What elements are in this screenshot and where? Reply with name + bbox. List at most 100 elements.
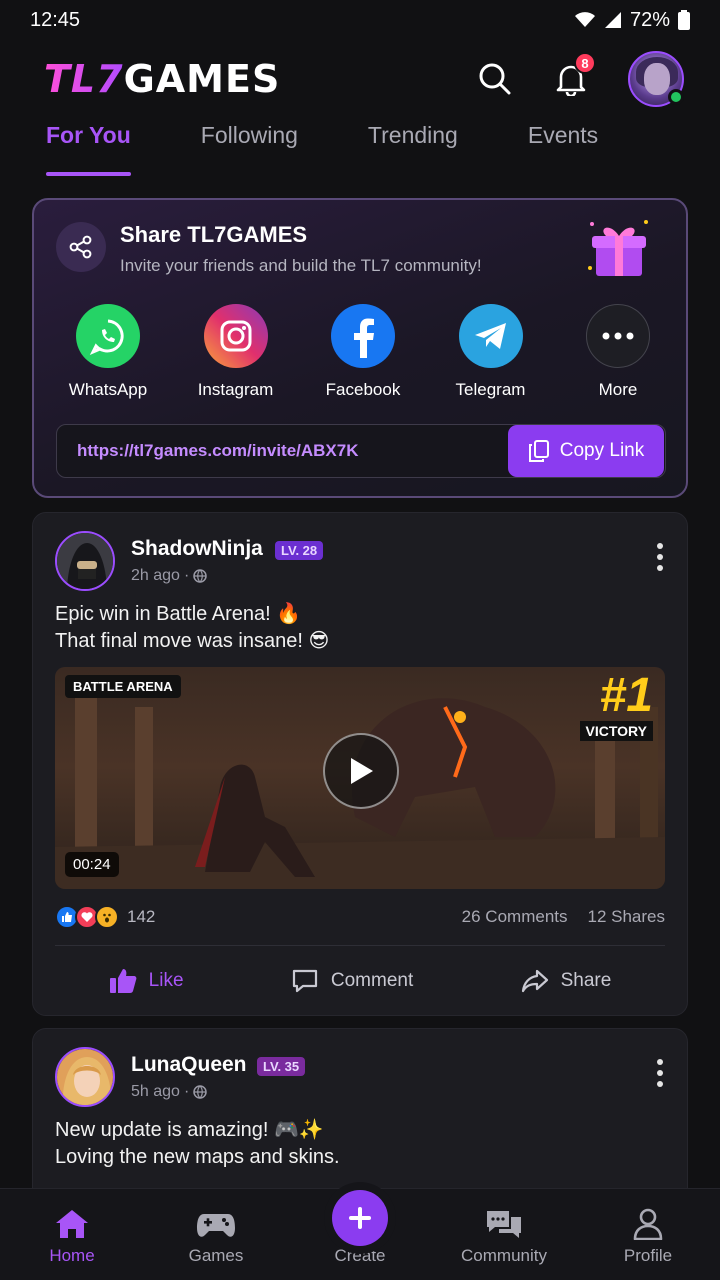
tab-following[interactable]: Following <box>201 122 298 176</box>
battery-percent: 72% <box>629 8 670 31</box>
comment-label: Comment <box>330 970 414 991</box>
wow-reaction-icon <box>95 905 119 929</box>
bottom-navigation: Home Games Create Community Profile <box>0 1188 720 1280</box>
video-duration: 00:24 <box>65 852 119 877</box>
search-button[interactable] <box>476 60 514 98</box>
share-whatsapp[interactable]: WhatsApp <box>58 304 158 400</box>
share-card: Share TL7GAMES Invite your friends and b… <box>32 198 688 498</box>
logo-tl7: TL7 <box>44 57 124 101</box>
post-more-button[interactable] <box>655 1059 665 1087</box>
play-icon <box>351 758 373 784</box>
reaction-count: 142 <box>127 907 156 926</box>
copy-link-label: Copy Link <box>559 440 645 461</box>
post-text-line: New update is amazing! 🎮✨ <box>55 1119 324 1141</box>
user-avatar[interactable] <box>628 51 684 107</box>
share-button[interactable]: Share <box>521 968 612 994</box>
share-more[interactable]: More <box>568 304 668 400</box>
divider <box>55 945 665 946</box>
avatar-face <box>644 63 670 95</box>
share-facebook[interactable]: Facebook <box>313 304 413 400</box>
post-actions: Like Comment Share <box>55 959 665 1003</box>
nav-profile[interactable]: Profile <box>588 1208 708 1266</box>
video-game-tag: BATTLE ARENA <box>65 675 181 698</box>
post-text-line: Loving the new maps and skins. <box>55 1146 340 1168</box>
time-separator: · <box>183 1083 190 1100</box>
share-options: WhatsApp Instagram Facebook Telegram Mor… <box>58 304 668 400</box>
comment-count[interactable]: 26 Comments <box>462 907 568 927</box>
share-instagram[interactable]: Instagram <box>186 304 286 400</box>
post-time-text: 2h ago <box>131 567 180 584</box>
reaction-summary[interactable]: 142 <box>55 905 155 929</box>
globe-icon <box>193 1085 208 1099</box>
nav-home[interactable]: Home <box>12 1208 132 1266</box>
notification-badge: 8 <box>574 52 596 74</box>
like-button[interactable]: Like <box>109 968 184 994</box>
invite-link-field[interactable]: https://tl7games.com/invite/ABX7K Copy L… <box>56 424 666 478</box>
tab-events[interactable]: Events <box>528 122 598 176</box>
plus-icon <box>349 1207 371 1229</box>
post-author-name[interactable]: LunaQueen <box>131 1053 247 1077</box>
comment-button[interactable]: Comment <box>291 968 413 994</box>
level-badge: LV. 28 <box>275 541 324 560</box>
post-more-button[interactable] <box>655 543 665 571</box>
time-separator: · <box>183 567 190 584</box>
share-arrow-icon <box>521 969 548 993</box>
play-button[interactable] <box>323 733 399 809</box>
battery-icon <box>678 10 690 30</box>
share-telegram[interactable]: Telegram <box>441 304 541 400</box>
feed-post: ShadowNinja LV. 28 2h ago · Epic win in … <box>32 512 688 1016</box>
post-author-avatar[interactable] <box>55 531 115 591</box>
engagement-counts: 26 Comments 12 Shares <box>462 907 665 927</box>
status-indicators: 72% <box>574 9 690 32</box>
nav-games[interactable]: Games <box>156 1210 276 1266</box>
nav-create[interactable]: Create <box>300 1190 420 1266</box>
post-text-line: That final move was insane! 😎 <box>55 630 330 652</box>
post-text: New update is amazing! 🎮✨ Loving the new… <box>55 1117 340 1171</box>
nav-games-label: Games <box>188 1246 244 1265</box>
copy-link-button[interactable]: Copy Link <box>508 425 664 477</box>
facebook-icon <box>331 304 395 368</box>
level-badge: LV. 35 <box>257 1057 306 1076</box>
search-icon <box>479 63 511 95</box>
like-label: Like <box>148 970 184 991</box>
create-button[interactable] <box>332 1190 388 1246</box>
nav-create-label: Create <box>334 1246 386 1265</box>
share-count[interactable]: 12 Shares <box>588 907 666 927</box>
share-label: Share <box>560 970 612 991</box>
luna-avatar-image <box>57 1049 113 1105</box>
rank-number: #1 <box>599 669 653 722</box>
profile-icon <box>633 1208 663 1240</box>
post-video[interactable]: BATTLE ARENA #1 VICTORY 00:24 <box>55 667 665 889</box>
wifi-icon <box>574 12 595 27</box>
online-status-dot <box>668 89 684 105</box>
post-text: Epic win in Battle Arena! 🔥 That final m… <box>55 601 329 655</box>
share-title: Share TL7GAMES <box>120 222 308 247</box>
thumbs-up-icon <box>109 969 137 993</box>
gamepad-icon <box>197 1214 235 1237</box>
comment-icon <box>292 969 317 993</box>
gift-icon <box>588 220 648 276</box>
post-timestamp: 2h ago · <box>131 567 208 585</box>
app-logo[interactable]: TL7GAMES <box>44 60 280 98</box>
whatsapp-icon <box>76 304 140 368</box>
share-telegram-label: Telegram <box>455 380 526 399</box>
copy-icon <box>528 440 549 462</box>
status-bar: 12:45 72% <box>0 0 720 40</box>
share-nodes-icon <box>69 235 92 259</box>
telegram-icon <box>458 304 523 368</box>
tab-trending[interactable]: Trending <box>368 122 458 176</box>
nav-community[interactable]: Community <box>444 1208 564 1266</box>
logo-games: GAMES <box>123 57 281 101</box>
tab-for-you[interactable]: For You <box>46 122 131 176</box>
feed-tabs: For You Following Trending Events <box>0 122 720 178</box>
status-time: 12:45 <box>30 8 81 31</box>
nav-community-label: Community <box>461 1246 547 1265</box>
home-icon <box>56 1210 88 1238</box>
invite-link-text: https://tl7games.com/invite/ABX7K <box>77 441 359 460</box>
nav-profile-label: Profile <box>623 1246 673 1265</box>
post-author-avatar[interactable] <box>55 1047 115 1107</box>
notifications-button[interactable]: 8 <box>552 52 596 98</box>
share-icon-container <box>56 222 106 272</box>
instagram-icon <box>203 304 268 368</box>
post-author-name[interactable]: ShadowNinja <box>131 537 263 561</box>
